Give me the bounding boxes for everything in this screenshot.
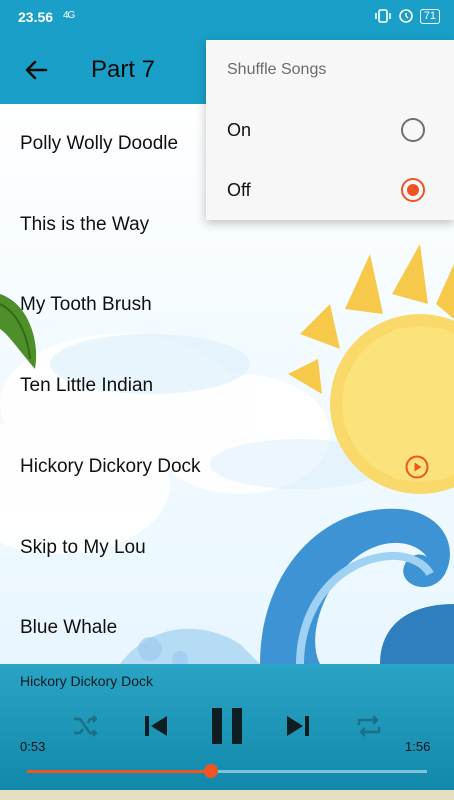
song-title: Hickory Dickory Dock [20, 456, 201, 477]
page-title: Part 7 [91, 56, 156, 83]
status-icons: 71 [374, 8, 440, 24]
status-bar: 23.56 4G 71 [0, 0, 454, 36]
progress-thumb[interactable] [204, 764, 218, 778]
song-item[interactable]: Skip to My Lou [0, 508, 454, 588]
option-label: Off [227, 180, 251, 200]
song-title: Skip to My Lou [20, 537, 146, 558]
song-item-active[interactable]: Hickory Dickory Dock [0, 427, 454, 507]
elapsed-time: 0:53 [20, 739, 46, 754]
play-circle-icon [405, 455, 429, 479]
song-item[interactable]: My Tooth Brush [0, 265, 454, 345]
vibrate-icon [374, 9, 391, 23]
total-duration: 1:56 [405, 739, 431, 754]
repeat-icon[interactable] [355, 713, 383, 739]
song-title: Ten Little Indian [20, 375, 154, 396]
battery-indicator: 71 [419, 8, 440, 24]
now-playing-title: Hickory Dickory Dock [20, 673, 154, 689]
signal-indicator: 4G [63, 10, 75, 21]
song-item[interactable]: Blue Whale [0, 588, 454, 668]
progress-fill [27, 770, 211, 773]
music-player: Hickory Dickory Dock 0:53 1:56 [0, 664, 454, 800]
previous-icon[interactable] [142, 712, 170, 740]
shuffle-option-on[interactable]: On [206, 100, 454, 160]
pause-icon[interactable] [209, 706, 245, 746]
bottom-strip [0, 790, 454, 800]
song-title: Blue Whale [20, 617, 118, 638]
shuffle-icon[interactable] [72, 714, 100, 738]
radio-button-off[interactable] [401, 178, 425, 202]
next-icon[interactable] [284, 712, 312, 740]
status-time: 23.56 [18, 9, 54, 25]
back-arrow-icon[interactable] [22, 56, 50, 84]
shuffle-option-off[interactable]: Off [206, 160, 454, 220]
progress-track[interactable] [27, 764, 427, 778]
radio-button-on[interactable] [401, 118, 425, 142]
song-title: This is the Way [20, 214, 150, 235]
shuffle-menu: Shuffle Songs On Off [206, 40, 454, 220]
song-title: Polly Wolly Doodle [20, 133, 179, 154]
alarm-icon [398, 9, 413, 23]
shuffle-menu-title: Shuffle Songs [227, 61, 327, 78]
option-label: On [227, 120, 252, 140]
song-title: My Tooth Brush [20, 294, 152, 315]
song-item[interactable]: Ten Little Indian [0, 346, 454, 426]
